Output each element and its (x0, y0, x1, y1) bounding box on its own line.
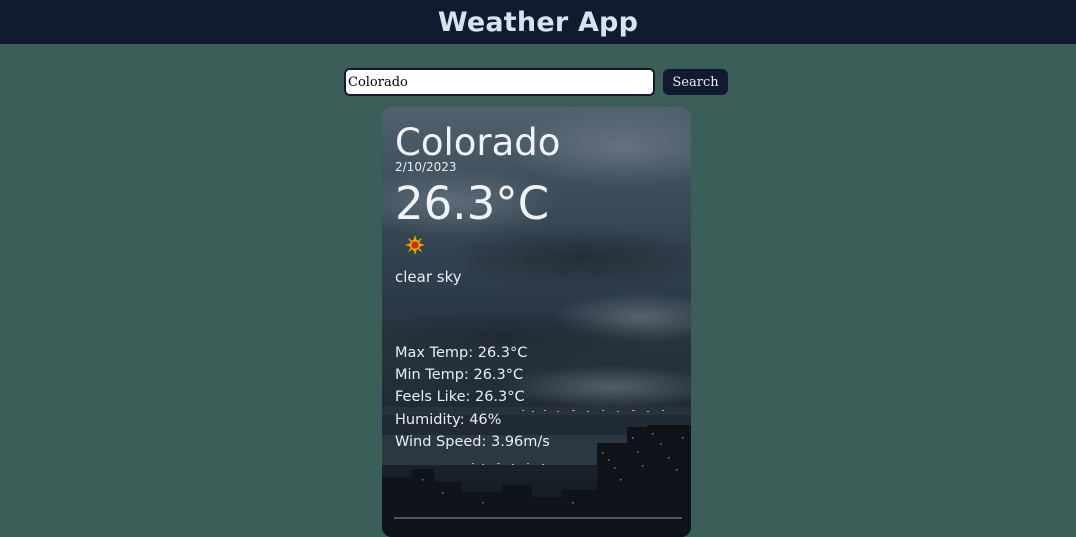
weather-card: Colorado 2/10/2023 26.3°C clear sky Max … (382, 107, 691, 537)
wind-speed-value: 3.96m/s (491, 433, 550, 450)
max-temp-label: Max Temp: (395, 345, 474, 361)
humidity-row: Humidity: 46% (395, 409, 550, 431)
feels-like-label: Feels Like: (395, 389, 471, 406)
city-name: Colorado (395, 121, 561, 164)
search-input[interactable] (344, 68, 655, 96)
sun-icon (405, 235, 425, 255)
app-title: Weather App (437, 6, 639, 38)
min-temp-value: 26.3°C (473, 367, 524, 384)
feels-like-row: Feels Like: 26.3°C (395, 386, 550, 408)
weather-date: 2/10/2023 (395, 160, 457, 174)
humidity-value: 46% (469, 411, 502, 428)
max-temp-value: 26.3°C (477, 345, 528, 361)
wind-speed-label: Wind Speed: (395, 433, 487, 450)
humidity-label: Humidity: (395, 411, 465, 428)
weather-description: clear sky (395, 268, 462, 286)
min-temp-row: Min Temp: 26.3°C (395, 364, 550, 386)
wind-speed-row: Wind Speed: 3.96m/s (395, 431, 550, 453)
search-button[interactable]: Search (663, 69, 728, 95)
weather-details: Max Temp: 26.3°C Min Temp: 26.3°C Feels Li… (395, 342, 550, 453)
feels-like-value: 26.3°C (474, 389, 525, 406)
current-temperature: 26.3°C (395, 177, 550, 230)
app-header: Weather App (0, 0, 1076, 44)
min-temp-label: Min Temp: (395, 367, 469, 384)
max-temp-row: Max Temp: 26.3°C (395, 342, 550, 364)
